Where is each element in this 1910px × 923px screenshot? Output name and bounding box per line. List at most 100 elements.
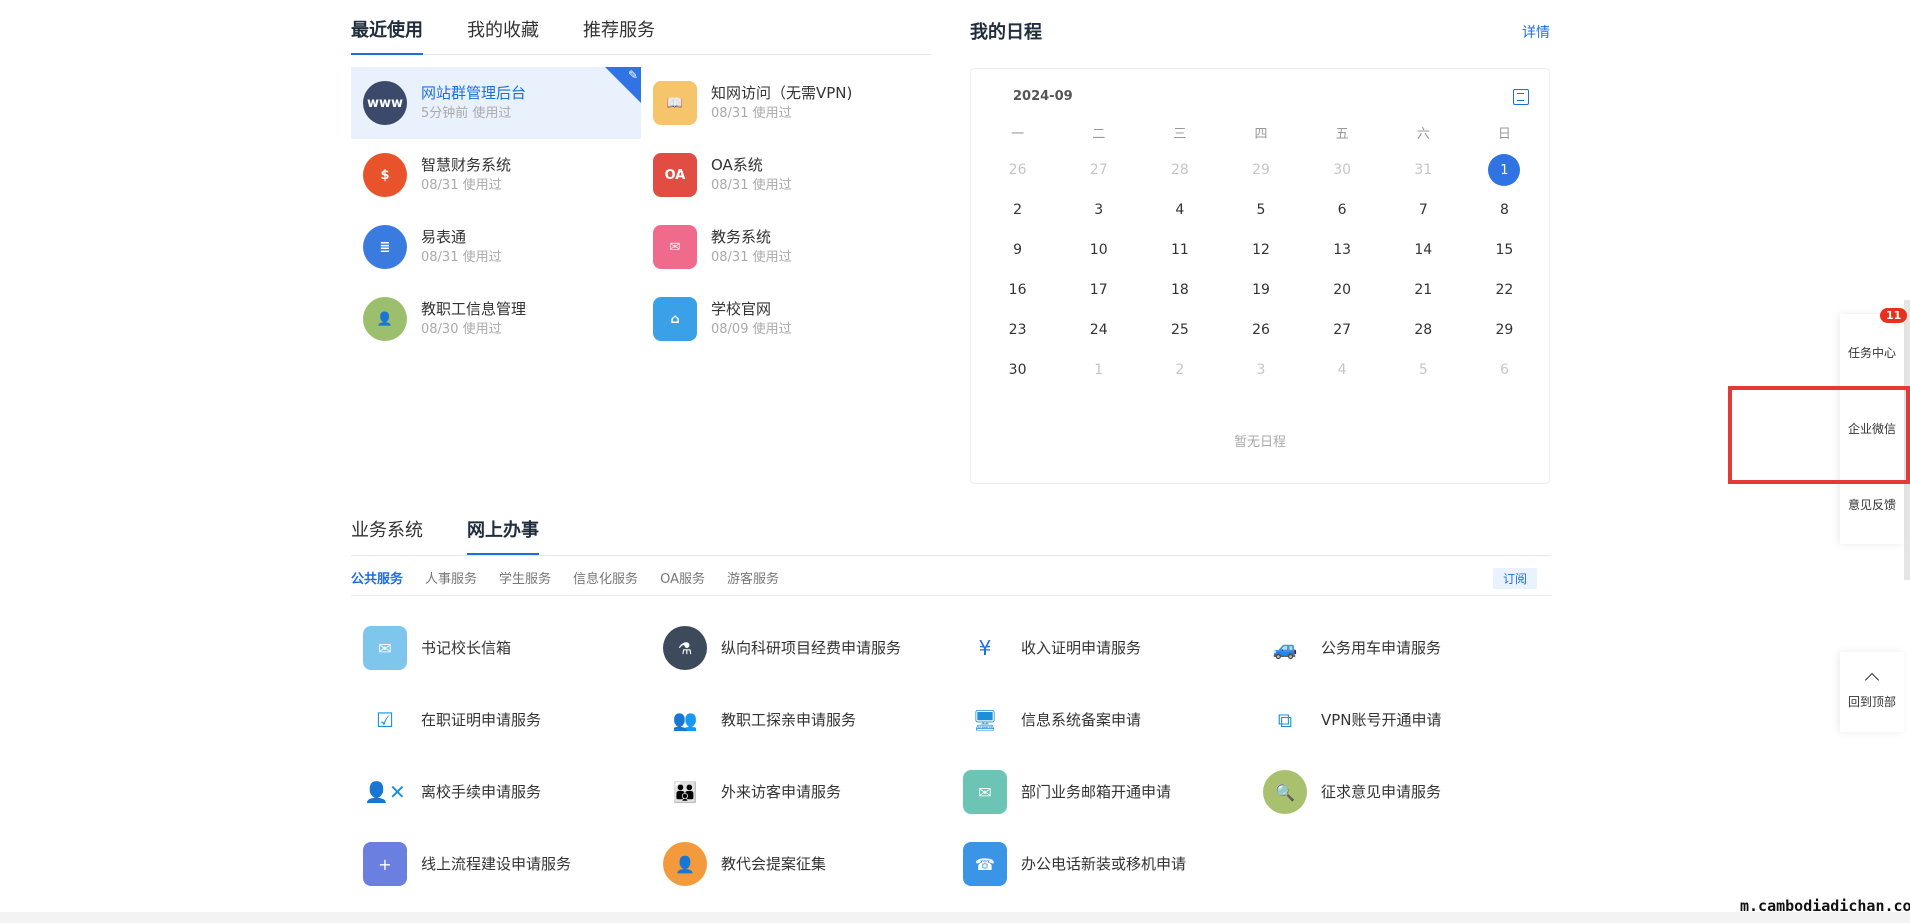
service-item[interactable]: 🔍 征求意见申请服务 [1251,756,1551,828]
calendar-day[interactable]: 7 [1383,190,1464,230]
subtab-item[interactable]: 人事服务 [425,568,477,587]
app-item[interactable]: ≣ 易表通 08/31 使用过 [351,211,641,283]
calendar-day[interactable]: 11 [1139,230,1220,270]
calendar-day[interactable]: 1 [1058,350,1139,390]
calendar-day[interactable]: 17 [1058,270,1139,310]
calendar-day[interactable]: 24 [1058,310,1139,350]
schedule-detail-link[interactable]: 详情 [1522,22,1550,42]
back-to-top-button[interactable]: 回到顶部 [1840,652,1904,732]
calendar-day[interactable]: 4 [1302,350,1383,390]
recent-tabs: 最近使用 我的收藏 推荐服务 [351,18,931,55]
calendar-day[interactable]: 4 [1139,190,1220,230]
calendar-day[interactable]: 25 [1139,310,1220,350]
calendar-day[interactable]: 6 [1302,190,1383,230]
calendar-day[interactable]: 23 [977,310,1058,350]
app-name: 教务系统 [711,228,772,246]
calendar-day[interactable]: 26 [1220,310,1301,350]
day-number: 5 [1256,202,1266,218]
calendar-day[interactable]: 6 [1464,350,1545,390]
money-icon: $ [363,153,407,197]
service-item[interactable]: 🖥 信息系统备案申请 [951,684,1251,756]
app-item[interactable]: OA OA系统 08/31 使用过 [641,139,931,211]
group-icon: 👪 [672,780,698,804]
calendar-day[interactable]: 31 [1383,150,1464,190]
service-item[interactable]: ⧉ VPN账号开通申请 [1251,684,1551,756]
calendar-day[interactable]: 3 [1220,350,1301,390]
calendar-day[interactable]: 5 [1383,350,1464,390]
badge-check-icon: ☑ [376,708,394,732]
weekday-header: 日 [1497,126,1511,142]
calendar-day[interactable]: 30 [977,350,1058,390]
subtab-item[interactable]: OA服务 [660,568,705,587]
calendar-day[interactable]: 27 [1302,310,1383,350]
app-item[interactable]: ✉ 教务系统 08/31 使用过 [641,211,931,283]
service-item[interactable]: ¥ 收入证明申请服务 [951,612,1251,684]
tab-business-systems[interactable]: 业务系统 [351,518,423,555]
app-item[interactable]: ⌂ 学校官网 08/09 使用过 [641,283,931,355]
day-number: 6 [1499,362,1509,378]
calendar-day[interactable]: 16 [977,270,1058,310]
list-view-icon[interactable] [1513,89,1529,105]
calendar-day[interactable]: 27 [1058,150,1139,190]
calendar-day[interactable]: 20 [1302,270,1383,310]
form-list-icon: ≣ [363,225,407,269]
service-item[interactable]: ☑ 在职证明申请服务 [351,684,651,756]
calendar-day[interactable]: 26 [977,150,1058,190]
subtab-item[interactable]: 公共服务 [351,568,403,587]
calendar-day[interactable]: 5 [1220,190,1301,230]
app-text: 教务系统 08/31 使用过 [711,226,792,268]
day-number: 22 [1495,282,1514,298]
service-item[interactable]: 🚙 公务用车申请服务 [1251,612,1551,684]
calendar-day[interactable]: 9 [977,230,1058,270]
tab-favorites[interactable]: 我的收藏 [467,18,539,55]
service-name: 征求意见申请服务 [1321,783,1442,801]
calendar-day[interactable]: 28 [1139,150,1220,190]
calendar-day[interactable]: 18 [1139,270,1220,310]
subtab-item[interactable]: 学生服务 [499,568,551,587]
calendar-day[interactable]: 29 [1464,310,1545,350]
calendar-day[interactable]: 2 [977,190,1058,230]
subscribe-button[interactable]: 订阅 [1492,568,1537,589]
app-item[interactable]: 📖 知网访问（无需VPN) 08/31 使用过 [641,67,931,139]
day-number: 20 [1333,282,1352,298]
app-text: 教职工信息管理 08/30 使用过 [421,298,526,340]
subtab-item[interactable]: 游客服务 [727,568,779,587]
calendar-day[interactable]: 8 [1464,190,1545,230]
service-item[interactable]: 👤✕ 离校手续申请服务 [351,756,651,828]
calendar-day[interactable]: 14 [1383,230,1464,270]
tab-recent[interactable]: 最近使用 [351,18,423,55]
service-item[interactable]: ✉ 部门业务邮箱开通申请 [951,756,1251,828]
app-item[interactable]: ✎ www 网站群管理后台 5分钟前 使用过 [351,67,641,139]
calendar-day[interactable]: 21 [1383,270,1464,310]
service-item[interactable]: + 线上流程建设申请服务 [351,828,651,900]
service-item[interactable]: ✉ 书记校长信箱 [351,612,651,684]
calendar-day[interactable]: 2 [1139,350,1220,390]
calendar-day[interactable]: 22 [1464,270,1545,310]
service-item[interactable]: 👤 教代会提案征集 [651,828,951,900]
calendar-day[interactable]: 15 [1464,230,1545,270]
task-center-button[interactable]: 11 任务中心 [1840,308,1908,390]
service-item[interactable]: 👪 外来访客申请服务 [651,756,951,828]
calendar-day[interactable]: 1 [1464,150,1545,190]
app-item[interactable]: 👤 教职工信息管理 08/30 使用过 [351,283,641,355]
calendar-day[interactable]: 28 [1383,310,1464,350]
calendar-day[interactable]: 19 [1220,270,1301,310]
calendar-day[interactable]: 13 [1302,230,1383,270]
calendar-day[interactable]: 3 [1058,190,1139,230]
day-number: 29 [1495,322,1514,338]
tab-online-services[interactable]: 网上办事 [467,518,539,555]
service-item[interactable]: ⚗ 纵向科研项目经费申请服务 [651,612,951,684]
service-name: VPN账号开通申请 [1321,711,1442,729]
subtab-item[interactable]: 信息化服务 [573,568,638,587]
app-item[interactable]: $ 智慧财务系统 08/31 使用过 [351,139,641,211]
calendar-day[interactable]: 12 [1220,230,1301,270]
calendar: 2024-09 一二三四五六日 26 27 28 29 30 31 1 2 3 4 5 6 7 8 9 10 11… [970,68,1550,484]
service-item[interactable]: 👥 教职工探亲申请服务 [651,684,951,756]
calendar-day[interactable]: 10 [1058,230,1139,270]
calendar-day[interactable]: 30 [1302,150,1383,190]
edit-corner-flag[interactable]: ✎ [605,67,641,103]
mail-home-icon: ✉ [963,770,1007,814]
service-item[interactable]: ☎ 办公电话新装或移机申请 [951,828,1251,900]
calendar-day[interactable]: 29 [1220,150,1301,190]
tab-recommended[interactable]: 推荐服务 [583,18,655,55]
